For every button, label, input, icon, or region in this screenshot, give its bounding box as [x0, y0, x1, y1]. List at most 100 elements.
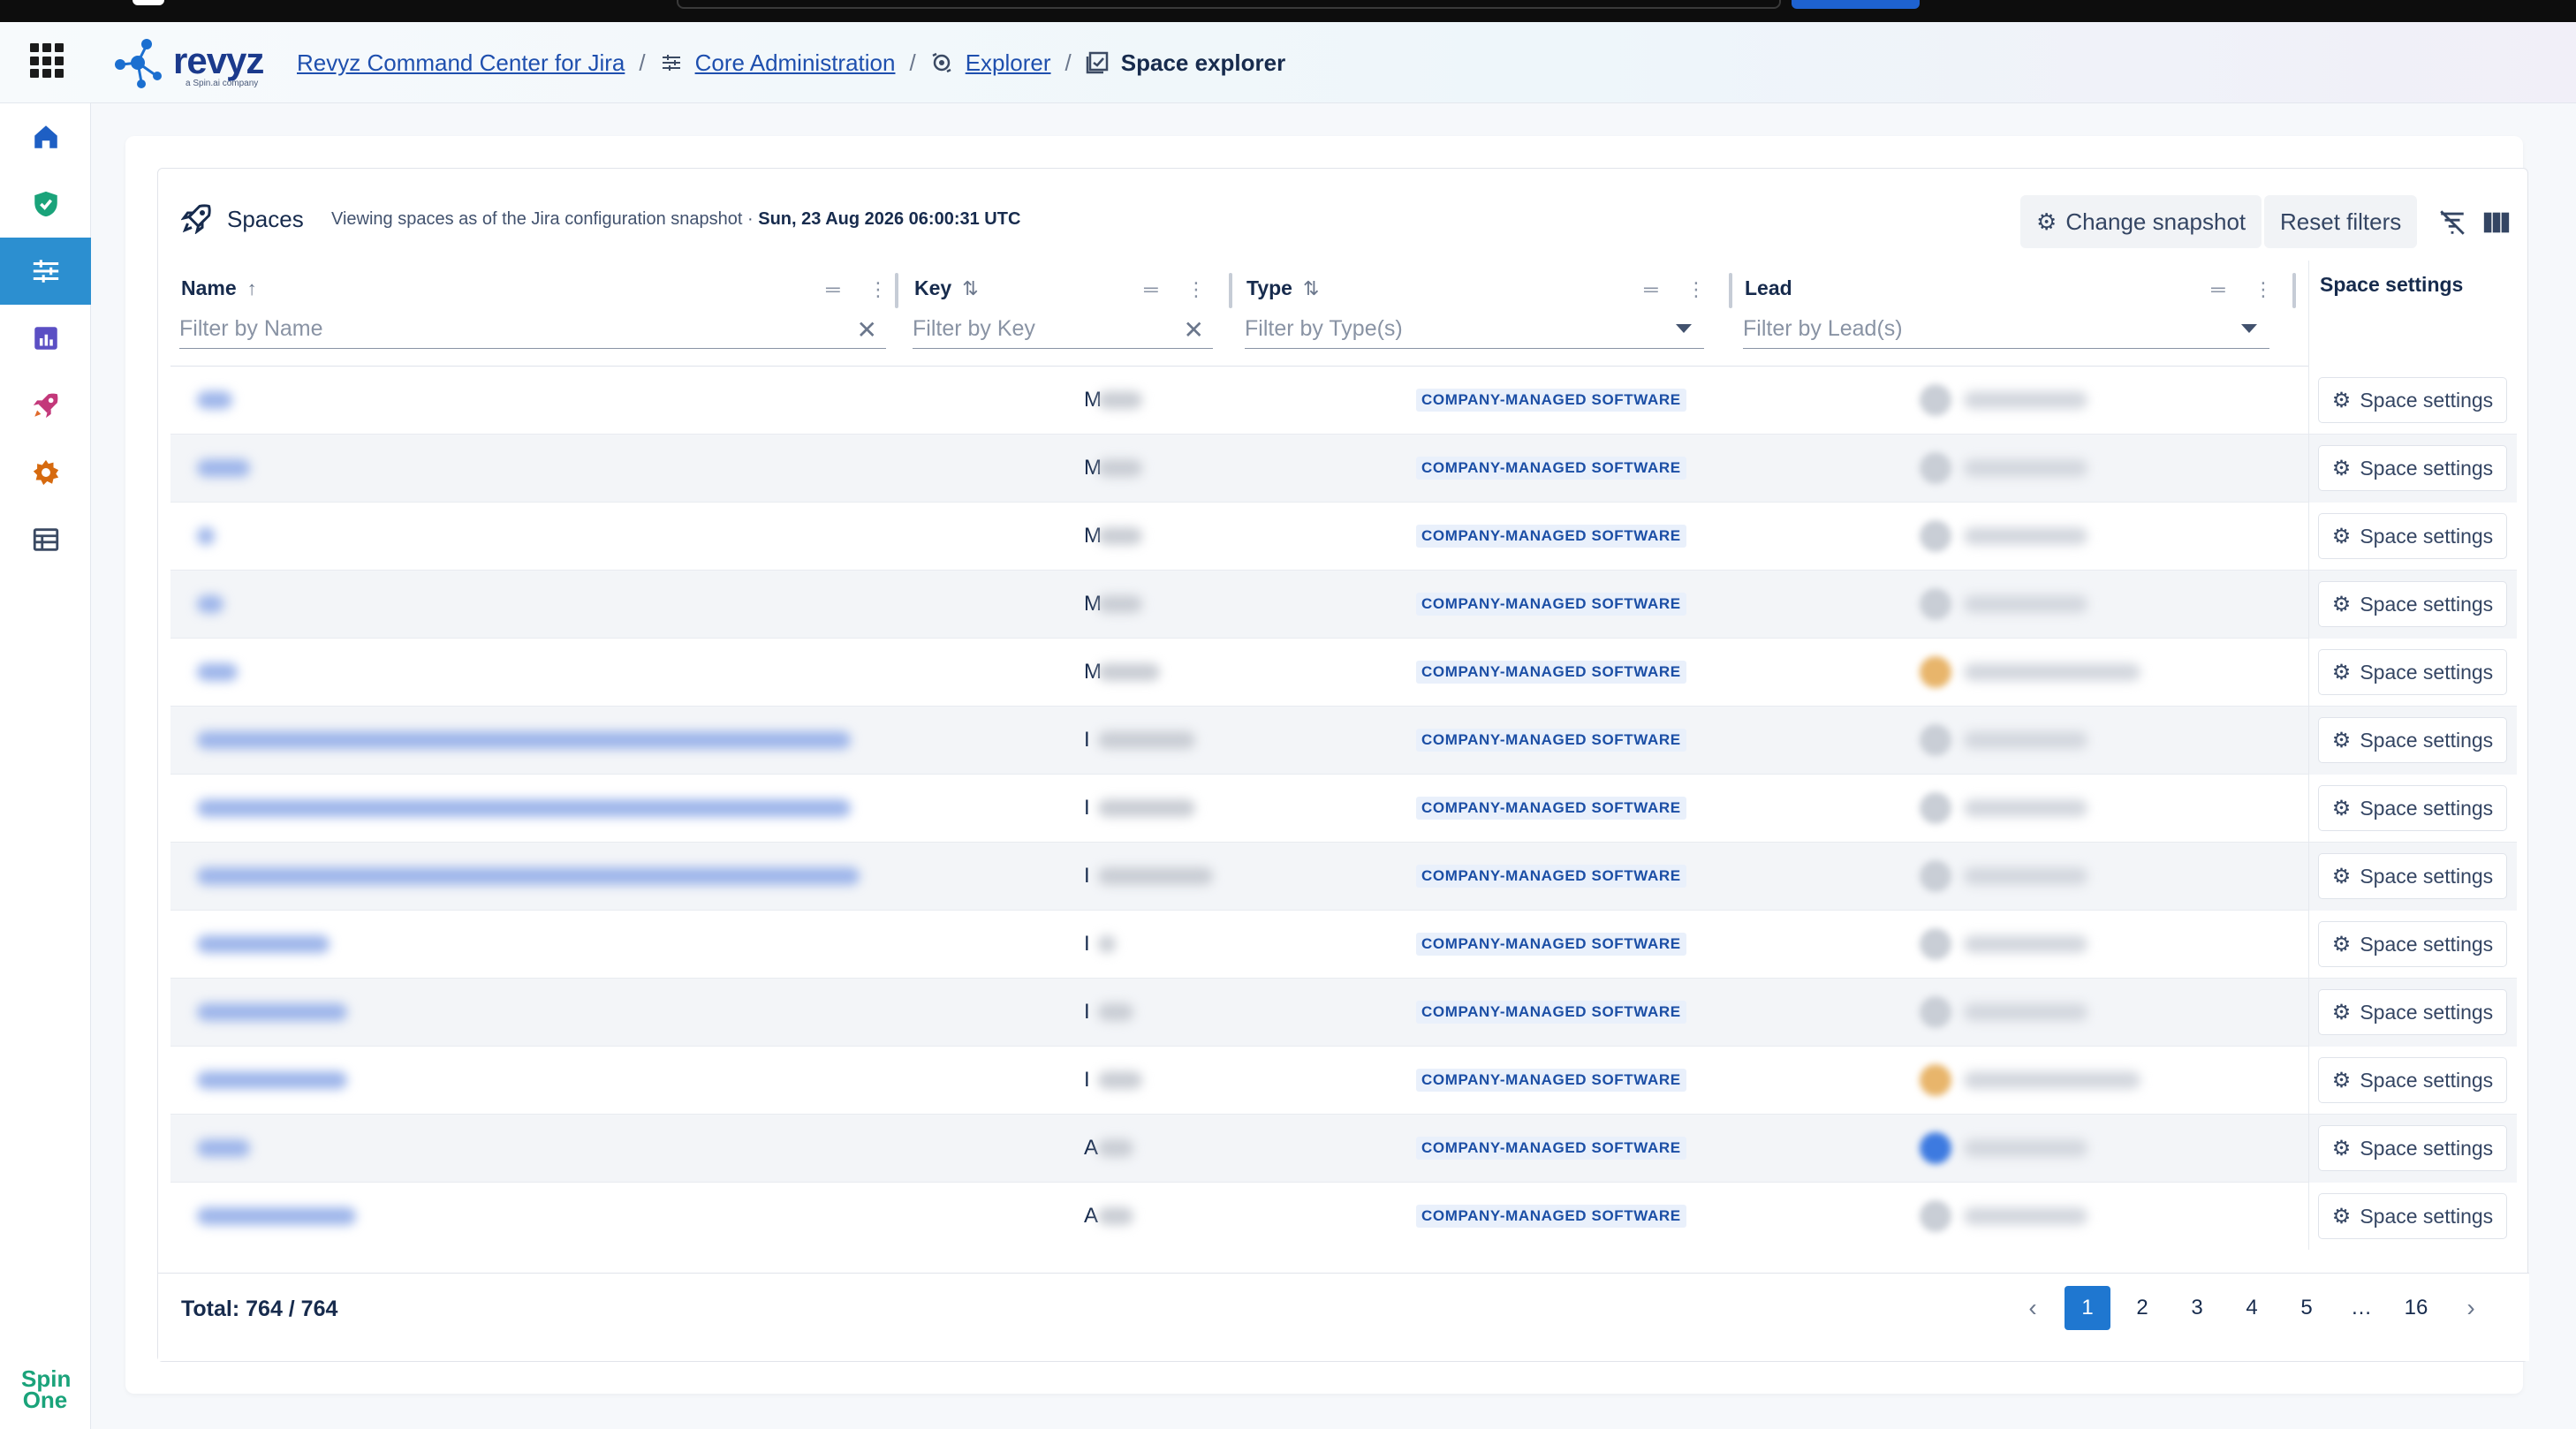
clear-icon[interactable]: ✕ [1184, 315, 1204, 344]
column-resizer[interactable] [1729, 273, 1732, 308]
table-row[interactable]: I COMPANY-MANAGED SOFTWARE ⚙ Space settings [170, 911, 2517, 979]
page-button[interactable]: 1 [2065, 1286, 2110, 1330]
space-settings-button[interactable]: ⚙ Space settings [2318, 377, 2507, 423]
page-button[interactable]: 5 [2284, 1286, 2330, 1330]
sort-ascending-icon[interactable]: ↑ [247, 277, 257, 300]
space-settings-button[interactable]: ⚙ Space settings [2318, 785, 2507, 831]
lead-name[interactable] [1964, 391, 2087, 409]
spinone-logo[interactable]: Spin One [21, 1367, 71, 1411]
sidebar-item-home[interactable] [0, 103, 91, 170]
drag-handle-icon[interactable]: ═ [1144, 278, 1163, 301]
lead-name[interactable] [1964, 595, 2087, 613]
space-settings-button[interactable]: ⚙ Space settings [2318, 445, 2507, 491]
table-row[interactable]: M COMPANY-MANAGED SOFTWARE ⚙ Space settings [170, 639, 2517, 707]
space-name-link[interactable] [197, 595, 224, 613]
table-row[interactable]: M COMPANY-MANAGED SOFTWARE ⚙ Space settings [170, 367, 2517, 435]
reset-filters-button[interactable]: Reset filters [2264, 195, 2418, 248]
table-row[interactable]: I COMPANY-MANAGED SOFTWARE ⚙ Space settings [170, 775, 2517, 843]
lead-name[interactable] [1964, 1071, 2140, 1089]
chevron-down-icon[interactable] [2241, 324, 2257, 333]
lead-name[interactable] [1964, 663, 2140, 681]
space-settings-button[interactable]: ⚙ Space settings [2318, 921, 2507, 967]
space-name-link[interactable] [197, 663, 238, 681]
space-name-link[interactable] [197, 867, 860, 885]
space-name-link[interactable] [197, 935, 330, 953]
filter-lead-select[interactable]: Filter by Lead(s) [1743, 310, 2269, 349]
space-name-link[interactable] [197, 1207, 356, 1225]
sidebar-item-migrations[interactable] [0, 372, 91, 439]
lead-name[interactable] [1964, 867, 2087, 885]
change-snapshot-button[interactable]: ⚙ Change snapshot [2020, 195, 2262, 248]
column-header-type[interactable]: Type ⇅ ═ ⋮ Filter by Type(s) [1236, 261, 1732, 367]
space-name-link[interactable] [197, 527, 215, 545]
table-row[interactable]: I COMPANY-MANAGED SOFTWARE ⚙ Space settings [170, 979, 2517, 1047]
table-row[interactable]: A COMPANY-MANAGED SOFTWARE ⚙ Space settings [170, 1115, 2517, 1183]
sidebar-item-settings[interactable] [0, 439, 91, 506]
column-header-key[interactable]: Key ⇅ ═ ⋮ Filter by Key ✕ [904, 261, 1232, 367]
chevron-down-icon[interactable] [1676, 324, 1692, 333]
breadcrumb-link-explorer[interactable]: Explorer [966, 49, 1051, 77]
table-row[interactable]: I COMPANY-MANAGED SOFTWARE ⚙ Space settings [170, 707, 2517, 775]
grid-icon[interactable] [30, 43, 65, 79]
page-button[interactable]: 4 [2229, 1286, 2275, 1330]
space-settings-button[interactable]: ⚙ Space settings [2318, 1125, 2507, 1171]
breadcrumb-link-command-center[interactable]: Revyz Command Center for Jira [297, 49, 625, 77]
space-settings-button[interactable]: ⚙ Space settings [2318, 717, 2507, 763]
revyz-logo[interactable]: revyz a Spin.ai company [111, 34, 270, 91]
columns-icon[interactable] [2481, 208, 2512, 238]
sort-icon[interactable]: ⇅ [962, 277, 978, 300]
space-name-link[interactable] [197, 1139, 250, 1157]
lead-name[interactable] [1964, 527, 2087, 545]
space-name-link[interactable] [197, 1071, 347, 1089]
space-name-link[interactable] [197, 459, 250, 477]
filter-key-input[interactable]: Filter by Key ✕ [913, 310, 1213, 349]
browser-control[interactable] [133, 0, 164, 5]
chevron-right-icon[interactable]: › [2448, 1286, 2494, 1330]
browser-url-bar[interactable] [677, 0, 1781, 9]
table-row[interactable]: I COMPANY-MANAGED SOFTWARE ⚙ Space settings [170, 843, 2517, 911]
column-menu-icon[interactable]: ⋮ [2254, 278, 2278, 301]
table-row[interactable]: M COMPANY-MANAGED SOFTWARE ⚙ Space settings [170, 571, 2517, 639]
filter-name-input[interactable]: Filter by Name ✕ [179, 310, 886, 349]
table-row[interactable]: M COMPANY-MANAGED SOFTWARE ⚙ Space settings [170, 435, 2517, 503]
lead-name[interactable] [1964, 935, 2087, 953]
space-settings-button[interactable]: ⚙ Space settings [2318, 1193, 2507, 1239]
column-menu-icon[interactable]: ⋮ [1186, 278, 1211, 301]
lead-name[interactable] [1964, 1207, 2087, 1225]
column-menu-icon[interactable]: ⋮ [868, 278, 893, 301]
space-settings-button[interactable]: ⚙ Space settings [2318, 1057, 2507, 1103]
sidebar-item-security[interactable] [0, 170, 91, 238]
filter-off-icon[interactable] [2437, 208, 2467, 238]
drag-handle-icon[interactable]: ═ [2211, 278, 2231, 301]
sidebar-item-administration[interactable] [0, 238, 91, 305]
column-header-lead[interactable]: Lead ═ ⋮ Filter by Lead(s) [1734, 261, 2296, 367]
column-resizer[interactable] [895, 273, 898, 308]
column-menu-icon[interactable]: ⋮ [1686, 278, 1711, 301]
drag-handle-icon[interactable]: ═ [1644, 278, 1663, 301]
column-resizer[interactable] [1229, 273, 1232, 308]
column-header-name[interactable]: Name ↑ ═ ⋮ Filter by Name ✕ [170, 261, 898, 367]
table-row[interactable]: I COMPANY-MANAGED SOFTWARE ⚙ Space settings [170, 1047, 2517, 1115]
sidebar-item-reports[interactable] [0, 305, 91, 372]
filter-type-select[interactable]: Filter by Type(s) [1245, 310, 1704, 349]
sort-icon[interactable]: ⇅ [1303, 277, 1319, 300]
page-button[interactable]: 16 [2393, 1286, 2439, 1330]
page-button[interactable]: 2 [2119, 1286, 2165, 1330]
lead-name[interactable] [1964, 1139, 2087, 1157]
lead-name[interactable] [1964, 731, 2087, 749]
space-name-link[interactable] [197, 731, 851, 749]
space-name-link[interactable] [197, 391, 232, 409]
breadcrumb-link-core-administration[interactable]: Core Administration [695, 49, 896, 77]
space-settings-button[interactable]: ⚙ Space settings [2318, 513, 2507, 559]
table-row[interactable]: A COMPANY-MANAGED SOFTWARE ⚙ Space settings [170, 1183, 2517, 1250]
table-row[interactable]: M COMPANY-MANAGED SOFTWARE ⚙ Space settings [170, 503, 2517, 571]
space-settings-button[interactable]: ⚙ Space settings [2318, 581, 2507, 627]
browser-action-button[interactable] [1792, 0, 1920, 9]
lead-name[interactable] [1964, 799, 2087, 817]
drag-handle-icon[interactable]: ═ [826, 278, 845, 301]
space-name-link[interactable] [197, 799, 851, 817]
page-button[interactable]: 3 [2174, 1286, 2220, 1330]
lead-name[interactable] [1964, 459, 2087, 477]
space-settings-button[interactable]: ⚙ Space settings [2318, 989, 2507, 1035]
column-resizer[interactable] [2292, 273, 2296, 308]
